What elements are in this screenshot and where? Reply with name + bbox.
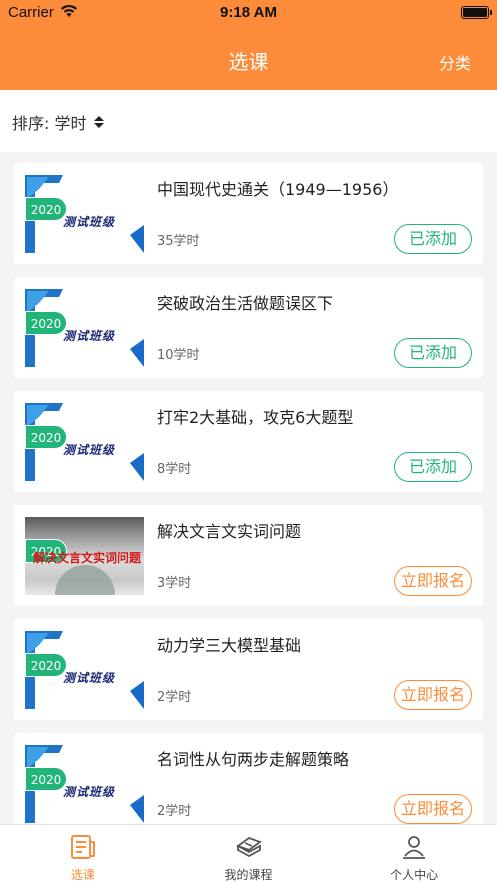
tab-profile[interactable]: 个人中心 <box>331 825 497 883</box>
course-card[interactable]: 2020 测试班级 名词性从句两步走解题策略 2学时 立即报名 <box>14 733 483 824</box>
course-title: 突破政治生活做题误区下 <box>157 294 334 313</box>
course-hours: 2学时 <box>157 804 192 819</box>
decorative-shard-icon <box>130 453 144 481</box>
tab-course-select[interactable]: 选课 <box>0 825 166 883</box>
course-hours: 35学时 <box>157 234 200 249</box>
course-card[interactable]: 2020 测试班级 打牢2大基础，攻克6大题型 8学时 已添加 <box>14 391 483 492</box>
battery-icon <box>461 6 492 19</box>
tab-bar: 选课 我的课程 个人中心 <box>0 824 497 883</box>
sort-by-hours-button[interactable]: 排序: 学时 <box>12 110 105 134</box>
course-title: 名词性从句两步走解题策略 <box>157 750 350 769</box>
tab-my-courses[interactable]: 我的课程 <box>166 825 332 883</box>
course-card[interactable]: 2020 解决文言文实词问题 解决文言文实词问题 3学时 立即报名 <box>14 505 483 606</box>
clock: 9:18 AM <box>220 4 277 21</box>
year-badge: 2020 <box>25 197 67 221</box>
course-thumbnail: 2020 解决文言文实词问题 <box>25 517 144 595</box>
course-title: 动力学三大模型基础 <box>157 636 302 655</box>
tab-label: 我的课程 <box>224 868 273 882</box>
tab-label: 选课 <box>70 868 95 882</box>
course-hours: 2学时 <box>157 690 192 705</box>
enroll-now-button[interactable]: 立即报名 <box>394 680 472 710</box>
sort-toggle-icon <box>94 116 105 128</box>
course-title: 中国现代史通关（1949—1956） <box>157 180 399 199</box>
sort-label: 排序: 学时 <box>12 114 87 133</box>
course-hours: 3学时 <box>157 576 192 591</box>
year-badge: 2020 <box>25 767 67 791</box>
status-bar: Carrier 9:18 AM <box>0 0 497 28</box>
landscape-hill <box>55 565 115 595</box>
added-button[interactable]: 已添加 <box>394 452 472 482</box>
thumbnail-caption: 测试班级 <box>63 443 116 457</box>
enroll-now-button[interactable]: 立即报名 <box>394 794 472 824</box>
thumbnail-caption: 测试班级 <box>63 785 116 799</box>
course-select-icon <box>70 835 95 859</box>
decorative-shard-icon <box>130 339 144 367</box>
course-title: 解决文言文实词问题 <box>157 522 302 541</box>
sort-bar: 排序: 学时 <box>0 90 497 152</box>
course-hours: 8学时 <box>157 462 192 477</box>
year-badge: 2020 <box>25 653 67 677</box>
course-thumbnail: 2020 测试班级 <box>25 631 144 709</box>
course-thumbnail: 2020 测试班级 <box>25 175 144 253</box>
profile-icon <box>403 836 426 859</box>
tab-label: 个人中心 <box>390 868 439 882</box>
decorative-shard-icon <box>130 795 144 823</box>
year-badge: 2020 <box>25 311 67 335</box>
course-title: 打牢2大基础，攻克6大题型 <box>157 408 354 427</box>
decorative-shard-icon <box>130 225 144 253</box>
page-title: 选课 <box>228 50 269 74</box>
course-list[interactable]: 2020 测试班级 中国现代史通关（1949—1956） 35学时 已添加 20… <box>0 152 497 824</box>
course-hours: 10学时 <box>157 348 200 363</box>
course-thumbnail: 2020 测试班级 <box>25 289 144 367</box>
year-badge: 2020 <box>25 425 67 449</box>
course-card[interactable]: 2020 测试班级 动力学三大模型基础 2学时 立即报名 <box>14 619 483 720</box>
added-button[interactable]: 已添加 <box>394 224 472 254</box>
decorative-shard-icon <box>130 681 144 709</box>
enroll-now-button[interactable]: 立即报名 <box>394 566 472 596</box>
course-card[interactable]: 2020 测试班级 突破政治生活做题误区下 10学时 已添加 <box>14 277 483 378</box>
my-courses-icon <box>235 836 262 858</box>
added-button[interactable]: 已添加 <box>394 338 472 368</box>
nav-bar: 选课 分类 <box>0 28 497 90</box>
category-button[interactable]: 分类 <box>439 50 471 74</box>
thumbnail-caption: 测试班级 <box>63 215 116 229</box>
thumbnail-caption: 测试班级 <box>63 671 116 685</box>
thumbnail-caption: 解决文言文实词问题 <box>33 551 142 565</box>
thumbnail-caption: 测试班级 <box>63 329 116 343</box>
course-thumbnail: 2020 测试班级 <box>25 403 144 481</box>
course-thumbnail: 2020 测试班级 <box>25 745 144 823</box>
course-card[interactable]: 2020 测试班级 中国现代史通关（1949—1956） 35学时 已添加 <box>14 163 483 264</box>
